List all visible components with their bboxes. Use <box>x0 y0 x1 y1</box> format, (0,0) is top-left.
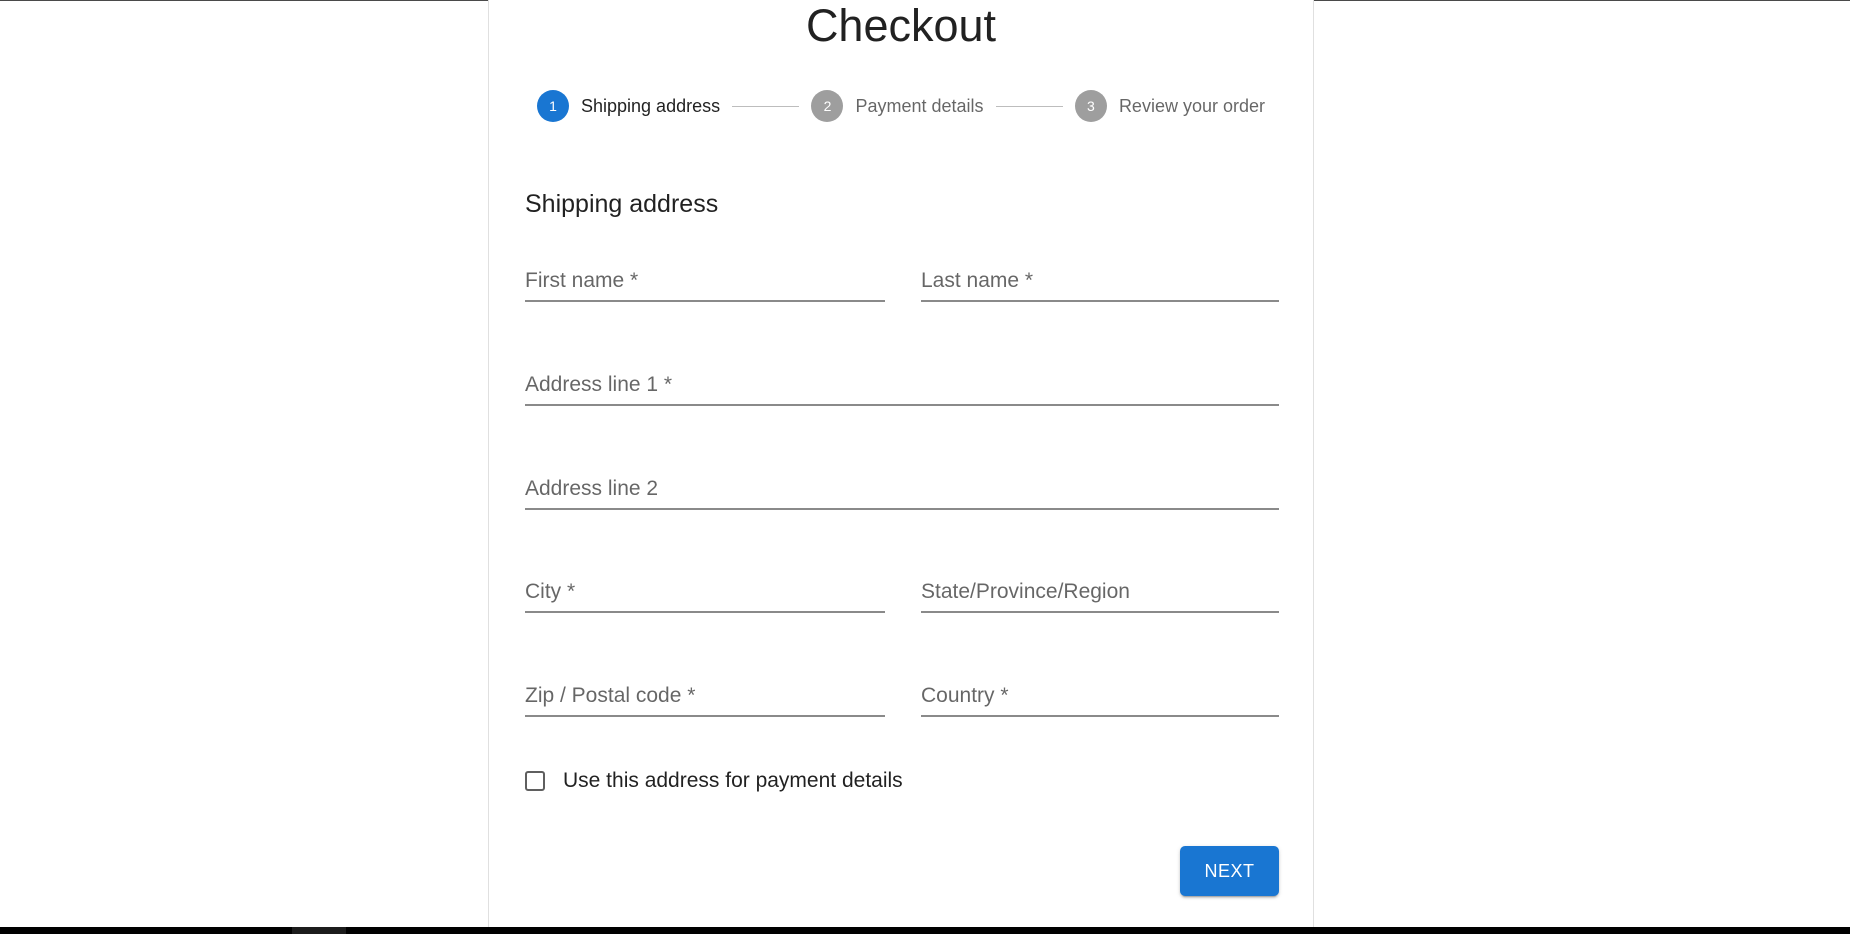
city-input[interactable] <box>525 573 885 611</box>
step-connector <box>995 105 1063 107</box>
first-name-input[interactable] <box>525 262 885 300</box>
state-field[interactable]: State/Province/Region <box>921 573 1279 613</box>
last-name-field[interactable]: Last name * <box>921 262 1279 302</box>
step-label: Payment details <box>855 95 984 116</box>
save-address-option[interactable]: Use this address for payment details <box>525 769 903 793</box>
section-title: Shipping address <box>525 190 719 218</box>
state-input[interactable] <box>921 573 1279 611</box>
country-input[interactable] <box>921 677 1279 715</box>
address-line-2-input[interactable] <box>525 470 1279 508</box>
next-button[interactable]: NEXT <box>1180 846 1279 896</box>
last-name-input[interactable] <box>921 262 1279 300</box>
address-line-1-field[interactable]: Address line 1 * <box>525 366 1279 406</box>
taskbar-segment <box>292 927 346 934</box>
save-address-label: Use this address for payment details <box>563 769 903 792</box>
zip-field[interactable]: Zip / Postal code * <box>525 677 885 717</box>
zip-input[interactable] <box>525 677 885 715</box>
address-line-2-field[interactable]: Address line 2 <box>525 470 1279 510</box>
checkout-panel: Checkout 1 Shipping address 2 Payment de… <box>488 0 1314 927</box>
checkout-stepper: 1 Shipping address 2 Payment details 3 R… <box>537 90 1265 122</box>
city-field[interactable]: City * <box>525 573 885 613</box>
step-label: Shipping address <box>581 95 721 116</box>
address-line-1-input[interactable] <box>525 366 1279 404</box>
taskbar-strip <box>0 927 1850 934</box>
step-number-badge: 3 <box>1074 90 1107 122</box>
country-field[interactable]: Country * <box>921 677 1279 717</box>
step-number-badge: 1 <box>537 90 569 122</box>
step-payment-details: 2 Payment details <box>811 90 984 122</box>
step-connector <box>732 105 800 107</box>
first-name-field[interactable]: First name * <box>525 262 885 302</box>
step-shipping-address: 1 Shipping address <box>537 90 720 122</box>
step-label: Review your order <box>1118 95 1265 116</box>
page-title: Checkout <box>805 0 997 51</box>
step-number-badge: 2 <box>811 90 844 122</box>
save-address-checkbox[interactable] <box>525 771 545 791</box>
step-review-order: 3 Review your order <box>1074 90 1265 122</box>
